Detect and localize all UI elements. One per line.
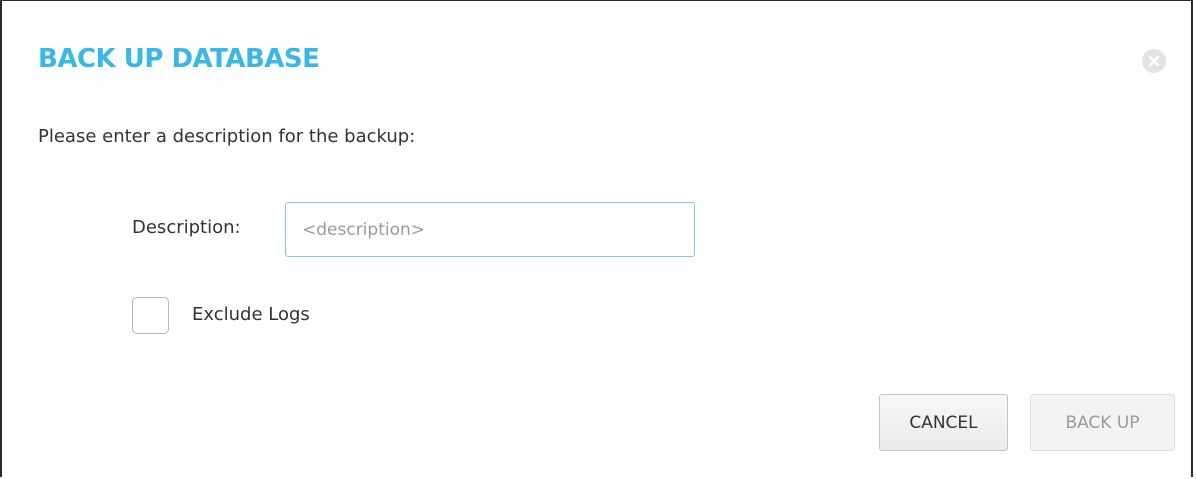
description-input[interactable] xyxy=(285,202,695,257)
instructions-text: Please enter a description for the backu… xyxy=(38,126,416,147)
dialog-title: BACK UP DATABASE xyxy=(38,44,320,74)
exclude-logs-checkbox[interactable] xyxy=(132,297,169,334)
back-up-button[interactable]: BACK UP xyxy=(1030,394,1175,451)
backup-dialog: BACK UP DATABASE Please enter a descript… xyxy=(0,0,1193,477)
close-icon xyxy=(1148,55,1160,67)
cancel-button[interactable]: CANCEL xyxy=(879,394,1008,451)
exclude-logs-label[interactable]: Exclude Logs xyxy=(192,303,310,327)
description-label: Description: xyxy=(132,217,241,238)
close-button[interactable] xyxy=(1142,49,1166,73)
